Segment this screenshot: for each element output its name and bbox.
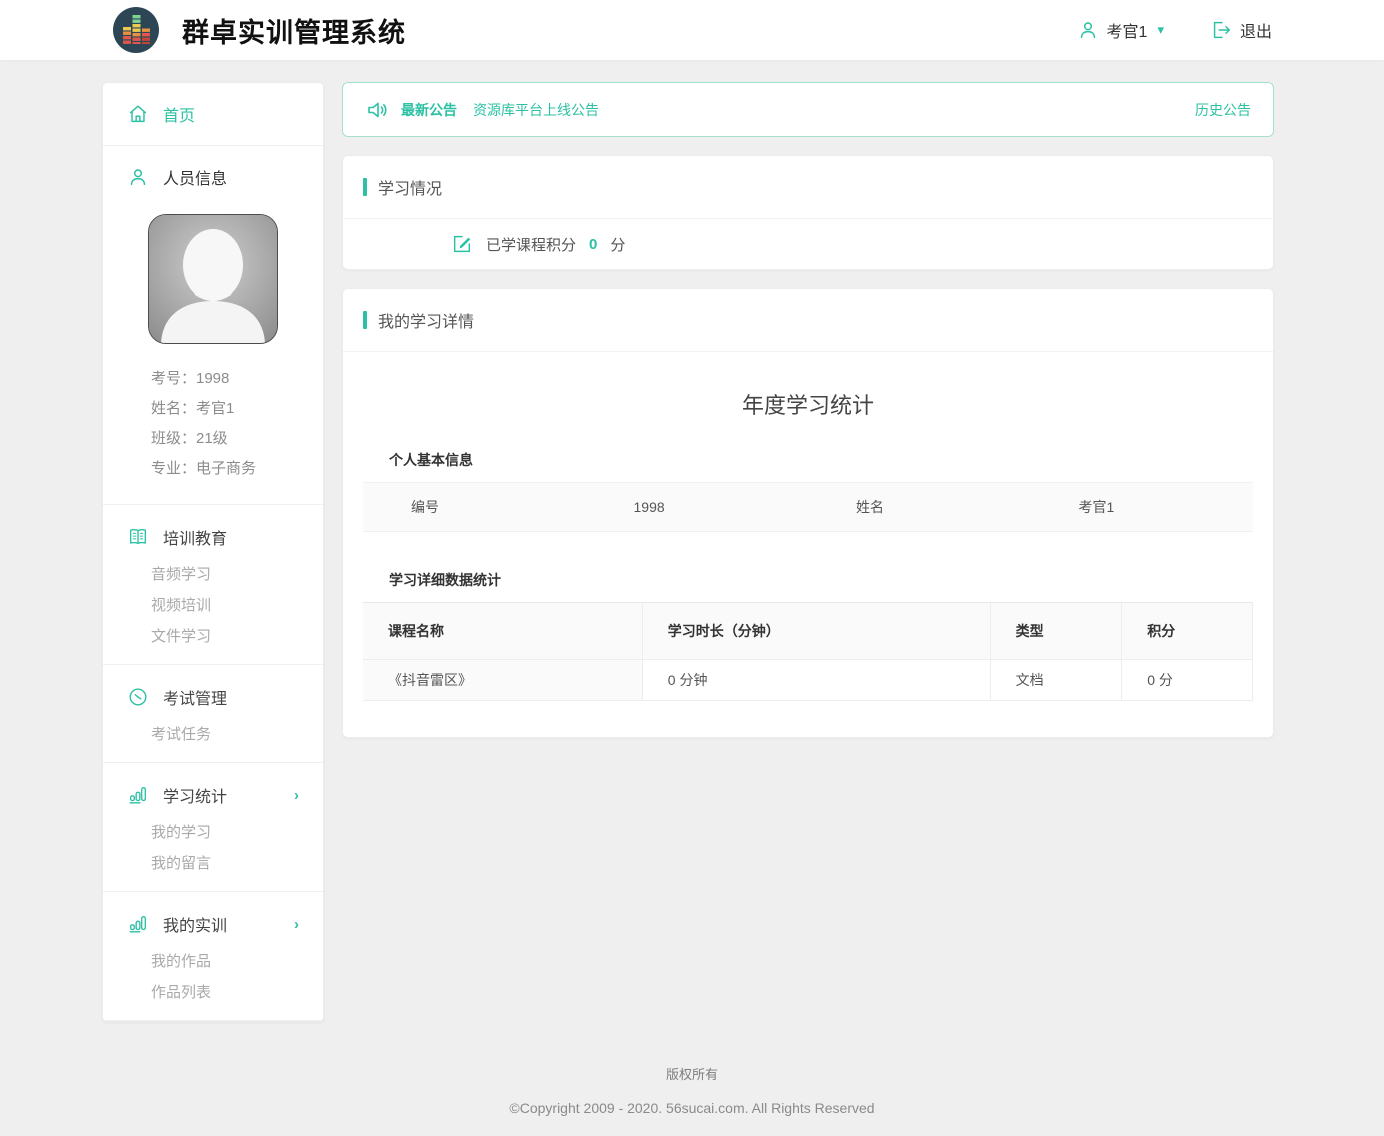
page-title: 群卓实训管理系统	[182, 11, 406, 50]
sidebar-subitem-video[interactable]: 视频培训	[151, 590, 323, 621]
sidebar-subitem-audio[interactable]: 音频学习	[151, 559, 323, 590]
top-header: 群卓实训管理系统 考官1 ▾ 退出	[0, 0, 1384, 60]
score-unit: 分	[610, 234, 625, 255]
column-header-course: 课程名称	[363, 603, 642, 660]
clock-icon	[127, 686, 149, 708]
sidebar-subitem-works-list[interactable]: 作品列表	[151, 977, 323, 1008]
study-detail-panel: 我的学习详情 年度学习统计 个人基本信息 编号 1998 姓名 考官1 学习详细…	[342, 288, 1274, 738]
main-content: 最新公告 资源库平台上线公告 历史公告 学习情况 已学课程积分 0 分	[342, 82, 1274, 738]
profile-fields: 考号：1998 姓名：考官1 班级：21级 专业：电子商务	[103, 360, 323, 505]
sidebar-group-training: 培训教育 音频学习 视频培训 文件学习	[103, 505, 323, 665]
sidebar-subitem-my-study[interactable]: 我的学习	[151, 817, 323, 848]
cell-type: 文档	[990, 660, 1122, 701]
bar-chart-icon	[127, 784, 149, 806]
sidebar-group-label: 我的实训	[163, 912, 227, 936]
bar-chart-icon	[127, 913, 149, 935]
sidebar-sublist: 考试任务	[103, 717, 323, 752]
user-name: 考官1	[1107, 18, 1148, 42]
history-announcements-link[interactable]: 历史公告	[1195, 100, 1251, 120]
profile-field: 专业：电子商务	[151, 454, 313, 484]
profile-field: 班级：21级	[151, 424, 313, 454]
sidebar-sublist: 音频学习 视频培训 文件学习	[103, 557, 323, 654]
basic-info-value: 1998	[586, 499, 809, 515]
panel-title: 我的学习详情	[378, 308, 474, 332]
panel-header: 学习情况	[343, 156, 1273, 219]
cell-score: 0 分	[1122, 660, 1253, 701]
app-logo-icon	[112, 6, 160, 54]
avatar	[148, 214, 278, 344]
sidebar-subitem-exam-task[interactable]: 考试任务	[151, 719, 323, 750]
copyright-text: ©Copyright 2009 - 2020. 56sucai.com. All…	[0, 1100, 1384, 1116]
sidebar-item-study-stats[interactable]: 学习统计 ›	[103, 775, 323, 815]
sidebar-item-label: 首页	[163, 102, 195, 126]
profile-field: 姓名：考官1	[151, 394, 313, 424]
sidebar-subitem-my-works[interactable]: 我的作品	[151, 946, 323, 977]
column-header-duration: 学习时长（分钟）	[642, 603, 990, 660]
panel-header: 我的学习详情	[343, 289, 1273, 352]
table-header-row: 课程名称 学习时长（分钟） 类型 积分	[363, 603, 1253, 660]
basic-info-title: 个人基本信息	[363, 450, 1253, 470]
sidebar-group-label: 培训教育	[163, 525, 227, 549]
page-footer: 版权所有 ©Copyright 2009 - 2020. 56sucai.com…	[0, 1022, 1384, 1136]
book-icon	[127, 526, 149, 548]
person-icon	[127, 166, 149, 188]
cell-duration: 0 分钟	[642, 660, 990, 701]
announcement-bar: 最新公告 资源库平台上线公告 历史公告	[342, 82, 1274, 137]
column-header-type: 类型	[990, 603, 1122, 660]
column-header-score: 积分	[1122, 603, 1253, 660]
sidebar-item-label: 人员信息	[163, 165, 227, 189]
sidebar-sublist: 我的作品 作品列表	[103, 944, 323, 1010]
study-detail-table: 课程名称 学习时长（分钟） 类型 积分 《抖音雷区》 0 分钟 文档 0 分	[363, 602, 1253, 701]
annual-study-title: 年度学习统计	[363, 352, 1253, 450]
sidebar-group-study-stats: 学习统计 › 我的学习 我的留言	[103, 763, 323, 892]
sidebar-item-exam[interactable]: 考试管理	[103, 677, 323, 717]
logout-label: 退出	[1240, 18, 1272, 42]
detail-table-title: 学习详细数据统计	[363, 570, 1253, 590]
sidebar: 首页 人员信息	[102, 82, 324, 1022]
score-value: 0	[589, 236, 597, 253]
logout-icon	[1210, 19, 1232, 41]
accent-tick	[363, 178, 367, 196]
sidebar-subitem-my-message[interactable]: 我的留言	[151, 848, 323, 879]
accent-tick	[363, 311, 367, 329]
sidebar-group-exam: 考试管理 考试任务	[103, 665, 323, 763]
sidebar-group-my-practice: 我的实训 › 我的作品 作品列表	[103, 892, 323, 1021]
logout-button[interactable]: 退出	[1210, 18, 1272, 42]
sidebar-item-home[interactable]: 首页	[103, 83, 323, 146]
score-row: 已学课程积分 0 分	[343, 219, 1273, 269]
user-icon	[1077, 19, 1099, 41]
sidebar-sublist: 我的学习 我的留言	[103, 815, 323, 881]
speaker-icon	[365, 98, 389, 122]
basic-info-value: 考官1	[1031, 497, 1254, 517]
avatar-container	[103, 208, 323, 360]
chevron-down-icon: ▾	[1157, 22, 1164, 38]
home-icon	[127, 103, 149, 125]
user-menu[interactable]: 考官1 ▾	[1077, 18, 1164, 42]
chevron-right-icon: ›	[294, 916, 299, 933]
basic-info-row: 编号 1998 姓名 考官1	[363, 482, 1253, 532]
panel-title: 学习情况	[378, 175, 442, 199]
table-row: 《抖音雷区》 0 分钟 文档 0 分	[363, 660, 1253, 701]
sidebar-item-training[interactable]: 培训教育	[103, 517, 323, 557]
sidebar-item-my-practice[interactable]: 我的实训 ›	[103, 904, 323, 944]
sidebar-subitem-file[interactable]: 文件学习	[151, 621, 323, 652]
announcement-label: 最新公告	[401, 100, 457, 120]
basic-info-label: 姓名	[808, 497, 1031, 517]
sidebar-group-label: 学习统计	[163, 783, 227, 807]
sidebar-group-label: 考试管理	[163, 685, 227, 709]
announcement-link[interactable]: 资源库平台上线公告	[473, 100, 599, 120]
cell-course-name: 《抖音雷区》	[363, 660, 642, 701]
sidebar-item-profile[interactable]: 人员信息	[103, 146, 323, 208]
copyright-label: 版权所有	[0, 1064, 1384, 1083]
chevron-right-icon: ›	[294, 787, 299, 804]
score-label: 已学课程积分	[486, 234, 576, 255]
edit-icon	[451, 233, 473, 255]
basic-info-label: 编号	[363, 497, 586, 517]
study-status-panel: 学习情况 已学课程积分 0 分	[342, 155, 1274, 270]
profile-field: 考号：1998	[151, 364, 313, 394]
